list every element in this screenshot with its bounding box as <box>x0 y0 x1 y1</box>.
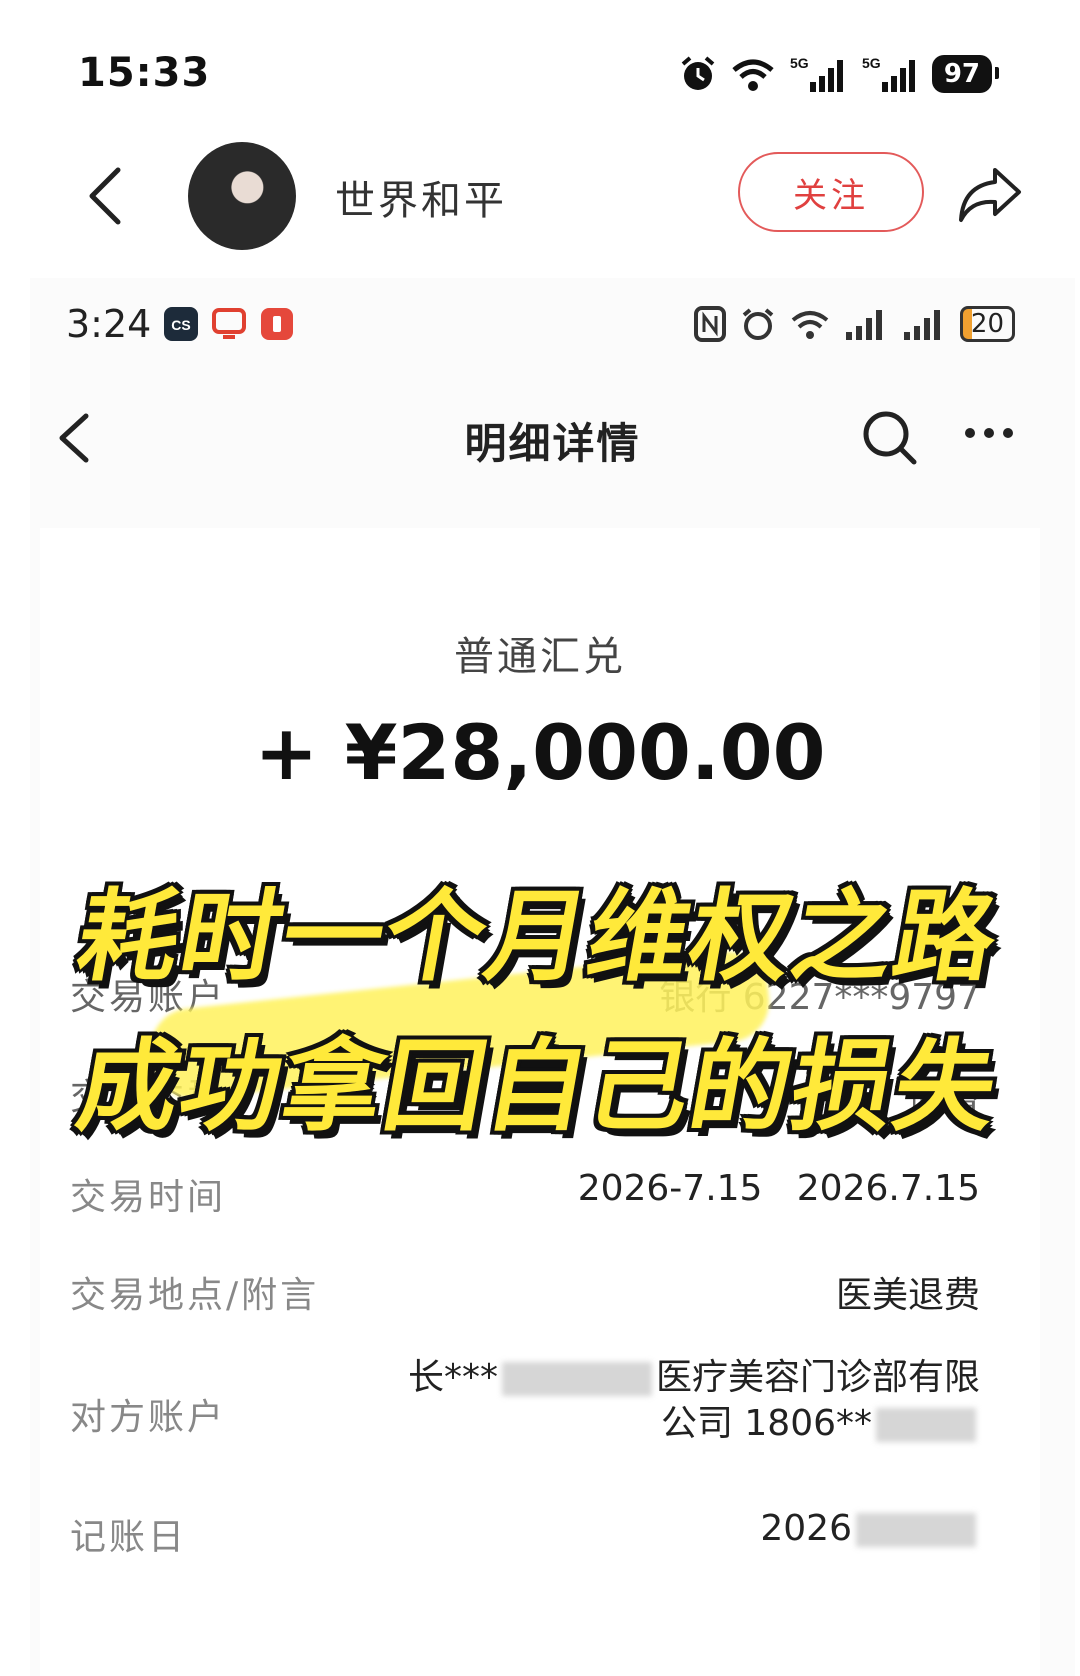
posting-date-prefix: 2026 <box>760 1508 852 1549</box>
detail-row-time: 交易时间 2026-7.15 2026.7.15 <box>70 1168 980 1218</box>
row-label: 交易时间 <box>70 1177 227 1218</box>
wifi-icon <box>732 59 774 91</box>
wifi-icon <box>791 311 829 339</box>
detail-row-counterparty: 对方账户 长*** 医疗美容门诊部有限 公司 1806** <box>70 1348 980 1458</box>
red-app-icon <box>261 308 293 340</box>
inner-battery-indicator: 20 <box>959 306 1015 342</box>
alarm-icon <box>681 56 715 90</box>
inner-notification-icons: CS <box>163 306 295 342</box>
cs-app-icon: CS <box>164 307 198 341</box>
detail-row-note: 交易地点/附言 医美退费 <box>70 1266 980 1316</box>
username[interactable]: 世界和平 <box>335 168 507 226</box>
more-dot <box>965 428 975 438</box>
search-button[interactable] <box>860 408 920 472</box>
row-label: 记账日 <box>70 1517 188 1558</box>
avatar[interactable] <box>188 142 296 250</box>
chevron-left-icon <box>89 167 121 225</box>
inner-system-icons: 20 <box>693 306 1015 342</box>
overlay-headline-line-1: 耗时一个月维权之路 <box>69 878 1008 995</box>
transaction-type: 普通汇兑 <box>454 634 626 680</box>
inner-nav-bar: 明细详情 <box>30 378 1075 498</box>
svg-text:CS: CS <box>171 317 190 333</box>
counterparty-name: 医疗美容门诊部有限 <box>655 1357 980 1398</box>
battery-indicator: 97 <box>931 55 1000 93</box>
more-dot <box>1003 428 1013 438</box>
redacted-block <box>501 1362 652 1396</box>
redacted-block <box>876 1408 976 1442</box>
svg-text:5G: 5G <box>862 55 881 71</box>
signal-icon-2 <box>903 310 940 340</box>
transaction-amount: + ¥28,000.00 <box>254 708 826 797</box>
counterparty-prefix: 长*** <box>407 1357 498 1398</box>
post-header: 世界和平 关注 <box>0 130 1080 260</box>
signal-5g-icon: 5G <box>790 55 843 92</box>
status-icons: 5G 5G 97 <box>678 52 1000 96</box>
svg-text:5G: 5G <box>790 55 809 71</box>
row-label: 对方账户 <box>70 1397 227 1438</box>
status-time: 15:33 <box>78 50 211 96</box>
redacted-block <box>856 1513 976 1547</box>
follow-button[interactable]: 关注 <box>738 152 924 232</box>
inner-status-bar: 3:24 CS 20 <box>30 278 1075 368</box>
more-button[interactable] <box>965 428 1013 438</box>
back-button[interactable] <box>78 160 138 230</box>
row-value: 2026 <box>760 1508 980 1549</box>
counterparty-account: 公司 1806** <box>660 1403 872 1444</box>
counterparty-line-2: 公司 1806** <box>661 1394 980 1446</box>
share-arrow-icon <box>959 168 1021 222</box>
row-label: 交易地点/附言 <box>70 1275 320 1316</box>
counterparty-line-1: 长*** 医疗美容门诊部有限 <box>408 1348 980 1400</box>
tv-app-icon <box>212 308 246 339</box>
row-value: 医美退费 <box>835 1275 980 1316</box>
os-status-bar: 15:33 5G 5G 97 <box>0 0 1080 130</box>
detail-row-posting-date: 记账日 2026 <box>70 1508 980 1558</box>
search-icon <box>863 411 917 465</box>
row-value: 2026-7.15 2026.7.15 <box>577 1168 980 1209</box>
inner-status-time: 3:24 <box>66 302 152 346</box>
alarm-icon <box>742 308 774 340</box>
share-button[interactable] <box>955 164 1025 226</box>
signal-icon <box>845 310 882 340</box>
overlay-headline-line-2: 成功拿回自己的损失 <box>69 1028 1008 1145</box>
signal-5g-icon-2: 5G <box>862 55 915 92</box>
more-dot <box>984 428 994 438</box>
nfc-icon <box>693 306 726 342</box>
